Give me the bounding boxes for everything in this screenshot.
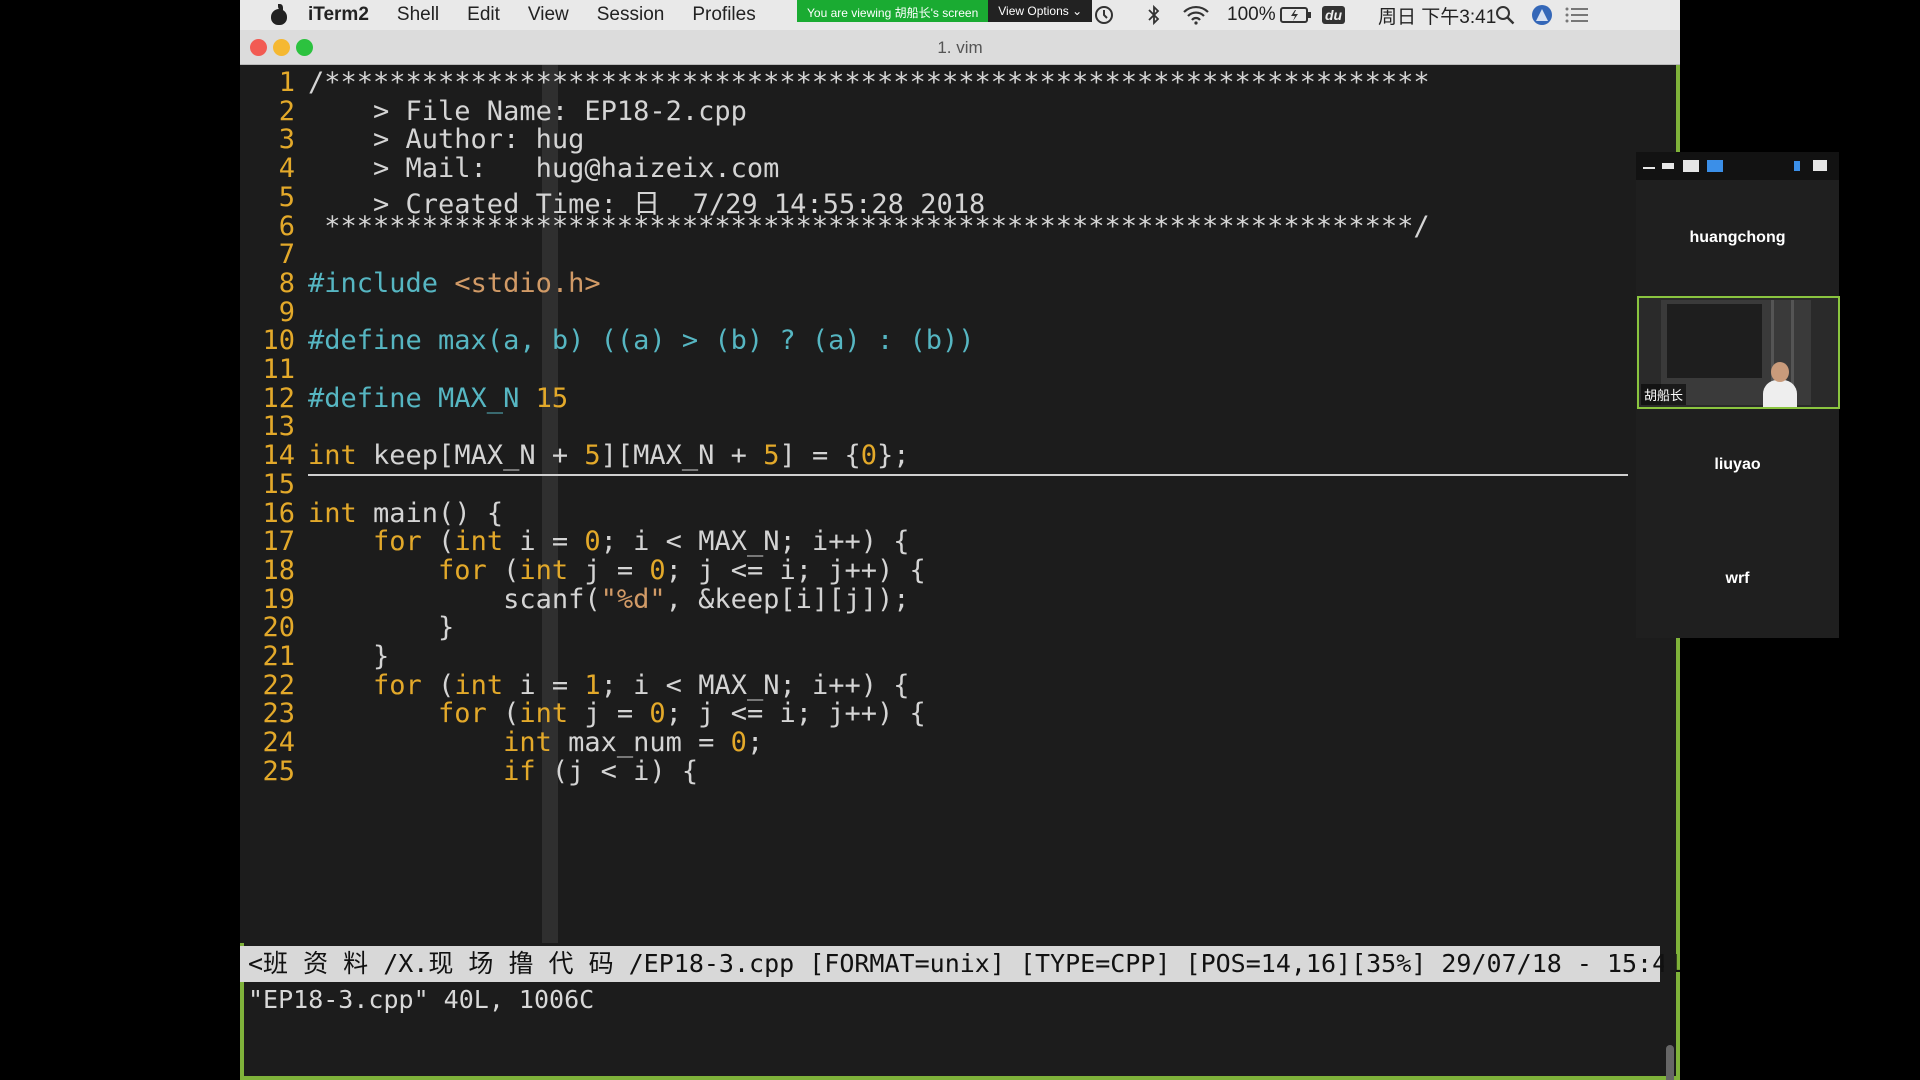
exit-fullscreen-icon[interactable] bbox=[1813, 160, 1827, 171]
notification-center-icon[interactable] bbox=[1564, 0, 1590, 30]
video-person-head bbox=[1771, 362, 1789, 382]
panel-toolbar bbox=[1636, 152, 1839, 180]
strip-view-icon[interactable] bbox=[1662, 163, 1674, 169]
line-code: int keep[MAX_N + 5][MAX_N + 5] = {0}; bbox=[308, 440, 910, 472]
line-code: if (j < i) { bbox=[503, 755, 699, 787]
line-code: #include <stdio.h> bbox=[308, 267, 601, 299]
vim-command-line[interactable]: "EP18-3.cpp" 40L, 1006C bbox=[248, 985, 594, 1014]
apple-icon[interactable] bbox=[268, 4, 290, 26]
video-participant-label: 胡船长 bbox=[1641, 384, 1687, 405]
time-machine-icon[interactable] bbox=[1092, 0, 1116, 30]
line-code: for (int i = 1; i < MAX_N; i++) { bbox=[373, 669, 910, 701]
participant-wrf[interactable]: wrf bbox=[1636, 570, 1839, 588]
line-code: int main() { bbox=[308, 497, 504, 529]
line-code: > Author: hug bbox=[308, 124, 585, 156]
battery-icon bbox=[1279, 7, 1311, 23]
line-number: 17 bbox=[262, 526, 295, 558]
line-number: 2 bbox=[278, 95, 295, 127]
line-code: for (int j = 0; j <= i; j++) { bbox=[438, 554, 926, 586]
gallery-view-icon[interactable] bbox=[1707, 160, 1723, 172]
line-code: ****************************************… bbox=[308, 210, 1430, 242]
code-line[interactable]: 25 if (j < i) { bbox=[240, 756, 1640, 791]
line-code: } bbox=[308, 612, 455, 644]
menu-edit[interactable]: Edit bbox=[467, 4, 500, 26]
window-titlebar: 1. vim bbox=[240, 30, 1680, 65]
line-code: for (int j = 0; j <= i; j++) { bbox=[438, 698, 926, 730]
line-number: 25 bbox=[262, 755, 295, 787]
line-code: int max_num = 0; bbox=[503, 727, 764, 759]
line-code: for (int i = 0; i < MAX_N; i++) { bbox=[373, 526, 910, 558]
minimize-icon[interactable] bbox=[1643, 167, 1655, 169]
speaker-view-icon[interactable] bbox=[1683, 160, 1699, 172]
line-number: 13 bbox=[262, 411, 295, 443]
line-number: 6 bbox=[278, 210, 295, 242]
shared-screen: iTerm2 Shell Edit View Session Profiles … bbox=[240, 0, 1680, 1080]
line-number: 1 bbox=[278, 67, 295, 98]
menu-session[interactable]: Session bbox=[597, 4, 665, 26]
line-number: 12 bbox=[262, 382, 295, 414]
menu-app-iterm2[interactable]: iTerm2 bbox=[308, 4, 369, 26]
clock[interactable]: 周日 下午3:41 bbox=[1378, 0, 1496, 30]
video-person bbox=[1763, 362, 1797, 407]
scroll-thumb[interactable] bbox=[1666, 1045, 1674, 1080]
line-number: 9 bbox=[278, 296, 295, 328]
active-speaker-video[interactable]: 胡船长 bbox=[1637, 296, 1840, 409]
line-number: 24 bbox=[262, 727, 295, 759]
line-number: 10 bbox=[262, 325, 295, 357]
input-method-icon[interactable]: du bbox=[1322, 0, 1346, 30]
share-status-text: You are viewing 胡船长's screen bbox=[797, 0, 989, 22]
next-page-icon[interactable] bbox=[1794, 161, 1800, 171]
vim-editor[interactable]: 1 /**************************************… bbox=[240, 65, 1660, 943]
line-number: 3 bbox=[278, 124, 295, 156]
line-number: 21 bbox=[262, 641, 295, 672]
menu-bar: iTerm2 Shell Edit View Session Profiles … bbox=[240, 0, 1680, 30]
line-number: 18 bbox=[262, 554, 295, 586]
participant-huangchong[interactable]: huangchong bbox=[1636, 229, 1839, 247]
battery-status[interactable]: 100% bbox=[1227, 0, 1312, 30]
line-number: 23 bbox=[262, 698, 295, 730]
line-number: 5 bbox=[278, 181, 295, 213]
menu-profiles[interactable]: Profiles bbox=[692, 4, 755, 26]
menu-view[interactable]: View bbox=[528, 4, 569, 26]
line-code: scanf("%d", &keep[i][j]); bbox=[308, 583, 910, 615]
line-code: > File Name: EP18-2.cpp bbox=[308, 95, 747, 127]
line-number: 15 bbox=[262, 468, 295, 500]
spotlight-search-icon[interactable] bbox=[1494, 0, 1516, 30]
line-number: 4 bbox=[278, 153, 295, 185]
video-person-body bbox=[1763, 380, 1797, 407]
line-number: 16 bbox=[262, 497, 295, 529]
line-number: 20 bbox=[262, 612, 295, 644]
video-background-monitor bbox=[1667, 304, 1762, 378]
view-options-button[interactable]: View Options ⌄ bbox=[988, 0, 1093, 22]
vim-status-line: <班 资 料 /X.现 场 撸 代 码 /EP18-3.cpp [FORMAT=… bbox=[240, 946, 1680, 982]
user-avatar-icon[interactable] bbox=[1530, 0, 1554, 30]
line-number: 19 bbox=[262, 583, 295, 615]
menu-shell[interactable]: Shell bbox=[397, 4, 439, 26]
line-number: 11 bbox=[262, 354, 295, 385]
line-code: #define max(a, b) ((a) > (b) ? (a) : (b)… bbox=[308, 325, 975, 357]
window-title: 1. vim bbox=[937, 38, 983, 57]
line-code: /***************************************… bbox=[308, 67, 1430, 98]
view-options-label: View Options bbox=[998, 4, 1069, 18]
line-number: 7 bbox=[278, 239, 295, 271]
bluetooth-icon[interactable] bbox=[1146, 0, 1162, 30]
line-number: 14 bbox=[262, 440, 295, 472]
line-code: > Mail: hug@haizeix.com bbox=[308, 153, 780, 185]
participant-liuyao[interactable]: liuyao bbox=[1636, 456, 1839, 474]
line-number: 22 bbox=[262, 669, 295, 701]
line-number: 8 bbox=[278, 267, 295, 299]
battery-percent: 100% bbox=[1227, 4, 1276, 25]
line-code: } bbox=[308, 641, 390, 672]
wifi-icon[interactable] bbox=[1182, 0, 1210, 30]
line-code: #define MAX_N 15 bbox=[308, 382, 569, 414]
screen-share-banner: You are viewing 胡船长's screen View Option… bbox=[797, 0, 1093, 22]
